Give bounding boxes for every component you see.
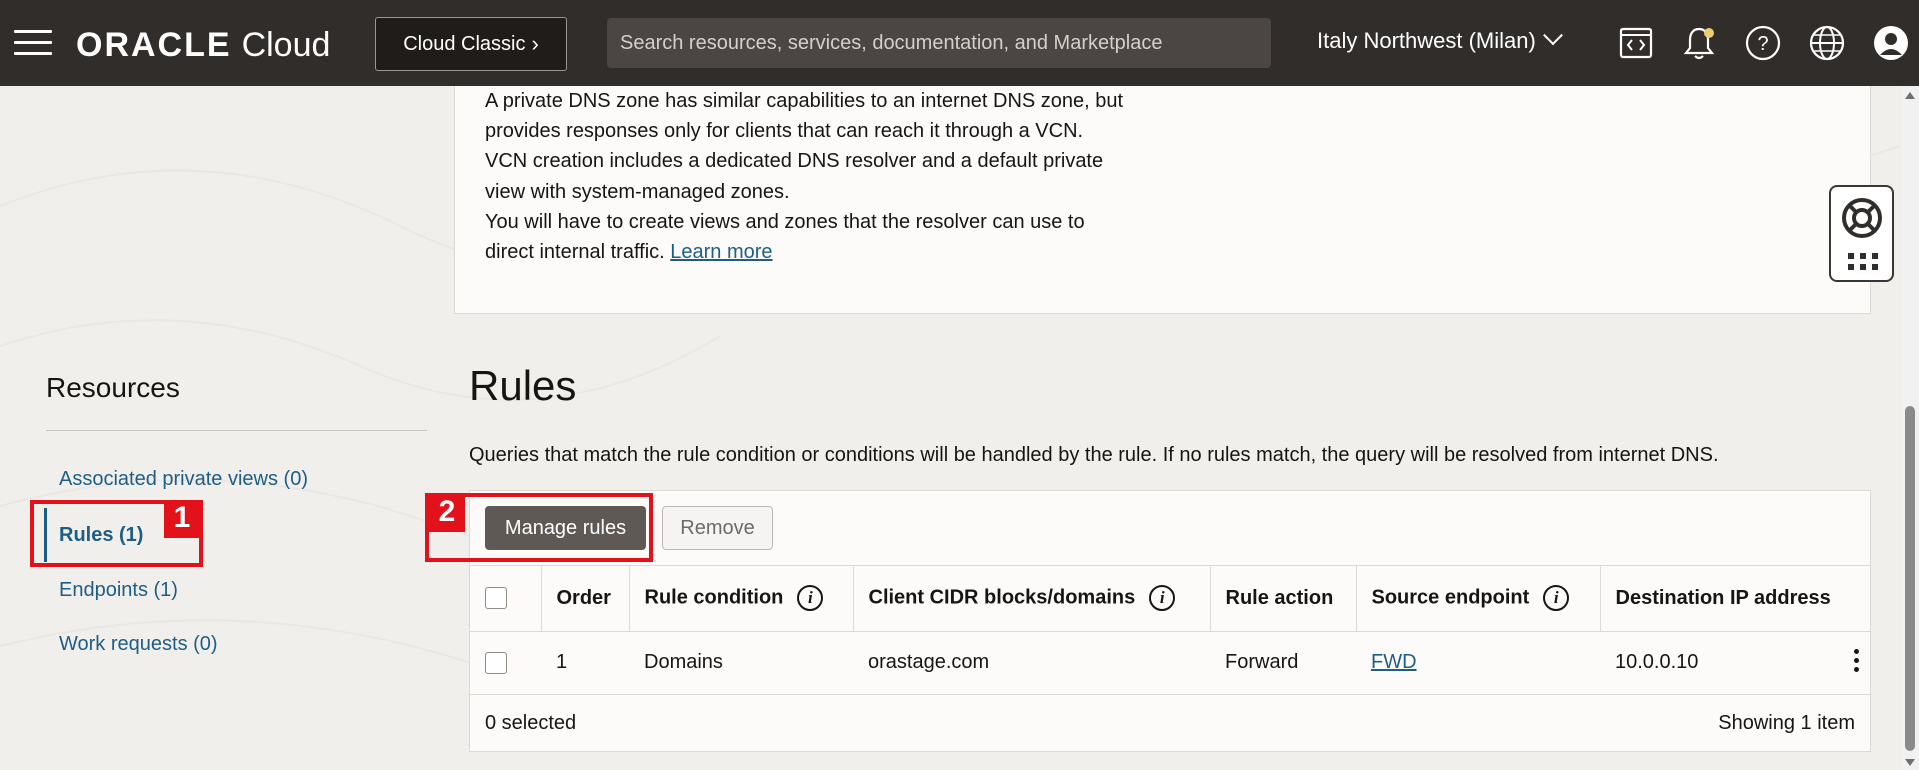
info-line-6: direct internal traffic. Learn more xyxy=(485,237,1205,267)
scroll-up-arrow-icon[interactable] xyxy=(1905,92,1915,99)
select-all-checkbox[interactable] xyxy=(485,587,507,610)
cell-source-endpoint: FWD xyxy=(1356,631,1600,695)
rules-description: Queries that match the rule condition or… xyxy=(469,444,1719,466)
scrollbar-thumb[interactable] xyxy=(1905,406,1915,751)
annotation-badge-2: 2 xyxy=(429,494,465,532)
annotation-badge-1: 1 xyxy=(164,500,200,538)
column-header-rule-condition-label: Rule condition xyxy=(644,586,784,609)
chevron-down-icon xyxy=(1542,25,1563,46)
info-text: A private DNS zone has similar capabilit… xyxy=(485,86,1205,267)
developer-tools-icon[interactable] xyxy=(1617,24,1655,62)
help-question-icon[interactable]: ? xyxy=(1744,24,1782,62)
oracle-cloud-logo[interactable]: ORACLE Cloud xyxy=(76,26,330,65)
rules-toolbar: Manage rules Remove xyxy=(470,491,1870,566)
rules-table: Order Rule condition i Client CIDR blocks… xyxy=(470,566,1870,695)
select-all-header xyxy=(470,566,542,632)
column-header-client-cidr[interactable]: Client CIDR blocks/domains i xyxy=(853,566,1211,632)
region-selector[interactable]: Italy Northwest (Milan) xyxy=(1317,25,1563,54)
rules-title: Rules xyxy=(469,362,577,409)
cloud-classic-label: Cloud Classic xyxy=(403,32,526,55)
row-actions-kebab-icon[interactable] xyxy=(1854,649,1860,676)
column-header-destination-ip-label: Destination IP address xyxy=(1615,586,1831,609)
scroll-down-arrow-icon[interactable] xyxy=(1905,759,1915,766)
info-icon[interactable]: i xyxy=(797,585,824,612)
sidebar-item-work-requests[interactable]: Work requests (0) xyxy=(59,633,218,656)
top-navigation-bar: ORACLE Cloud Cloud Classic › Italy North… xyxy=(0,0,1919,86)
language-globe-icon[interactable] xyxy=(1808,24,1846,62)
chevron-right-icon: › xyxy=(531,31,539,56)
cell-order: 1 xyxy=(541,631,629,695)
column-header-rule-action-label: Rule action xyxy=(1225,586,1334,609)
hamburger-menu-icon[interactable] xyxy=(14,30,52,56)
user-profile-icon[interactable] xyxy=(1872,24,1910,62)
row-checkbox[interactable] xyxy=(485,651,507,674)
source-endpoint-link[interactable]: FWD xyxy=(1371,651,1417,673)
info-icon[interactable]: i xyxy=(1149,585,1176,612)
resources-divider xyxy=(46,430,427,431)
page-scrollbar[interactable] xyxy=(1901,86,1919,770)
column-header-rule-action[interactable]: Rule action xyxy=(1210,566,1357,632)
brand-oracle-text: ORACLE xyxy=(76,26,232,64)
column-header-order-label: Order xyxy=(556,586,611,609)
table-header-row: Order Rule condition i Client CIDR blocks… xyxy=(470,566,1870,632)
resources-title: Resources xyxy=(46,372,180,403)
info-line-4: view with system-managed zones. xyxy=(485,180,790,203)
svg-text:?: ? xyxy=(1757,33,1768,55)
column-header-source-endpoint-label: Source endpoint xyxy=(1371,586,1530,609)
table-row: 1 Domains orastage.com Forward FWD 10.0.… xyxy=(470,631,1870,695)
table-footer: 0 selected Showing 1 item xyxy=(470,696,1870,752)
brand-cloud-text: Cloud xyxy=(241,26,331,64)
notifications-bell-icon[interactable] xyxy=(1680,24,1718,62)
column-header-rule-condition[interactable]: Rule condition i xyxy=(629,566,854,632)
help-widget[interactable] xyxy=(1829,185,1894,282)
cell-client-cidr: orastage.com xyxy=(853,631,1210,695)
remove-button[interactable]: Remove xyxy=(662,506,773,550)
private-dns-info-panel: A private DNS zone has similar capabilit… xyxy=(454,86,1871,314)
column-header-destination-ip[interactable]: Destination IP address xyxy=(1600,566,1870,632)
rules-table-container: Manage rules Remove Order Rule condition… xyxy=(469,490,1871,752)
region-label: Italy Northwest (Milan) xyxy=(1317,28,1536,53)
column-header-source-endpoint[interactable]: Source endpoint i xyxy=(1356,566,1601,632)
learn-more-link[interactable]: Learn more xyxy=(670,241,772,263)
column-header-client-cidr-label: Client CIDR blocks/domains xyxy=(868,586,1136,609)
lifebuoy-icon xyxy=(1842,198,1882,238)
showing-count: Showing 1 item xyxy=(1718,712,1855,734)
cell-rule-action: Forward xyxy=(1210,631,1356,695)
column-header-order[interactable]: Order xyxy=(541,566,630,632)
info-line-3: VCN creation includes a dedicated DNS re… xyxy=(485,150,1104,173)
cloud-classic-button[interactable]: Cloud Classic › xyxy=(375,17,567,71)
row-select-cell xyxy=(470,631,541,695)
info-line-1: A private DNS zone has similar capabilit… xyxy=(485,90,1124,112)
cell-rule-condition: Domains xyxy=(629,631,853,695)
info-icon[interactable]: i xyxy=(1543,585,1570,612)
info-line-6-text: direct internal traffic. xyxy=(485,241,665,264)
grid-dots-icon xyxy=(1848,253,1878,270)
info-line-2: provides responses only for clients that… xyxy=(485,120,1084,143)
sidebar-item-endpoints[interactable]: Endpoints (1) xyxy=(59,579,178,602)
sidebar-item-associated-private-views[interactable]: Associated private views (0) xyxy=(59,468,308,491)
selected-count: 0 selected xyxy=(485,712,577,734)
info-line-5: You will have to create views and zones … xyxy=(485,210,1085,233)
search-input[interactable] xyxy=(607,18,1271,68)
cell-destination-ip: 10.0.0.10 xyxy=(1600,631,1870,695)
